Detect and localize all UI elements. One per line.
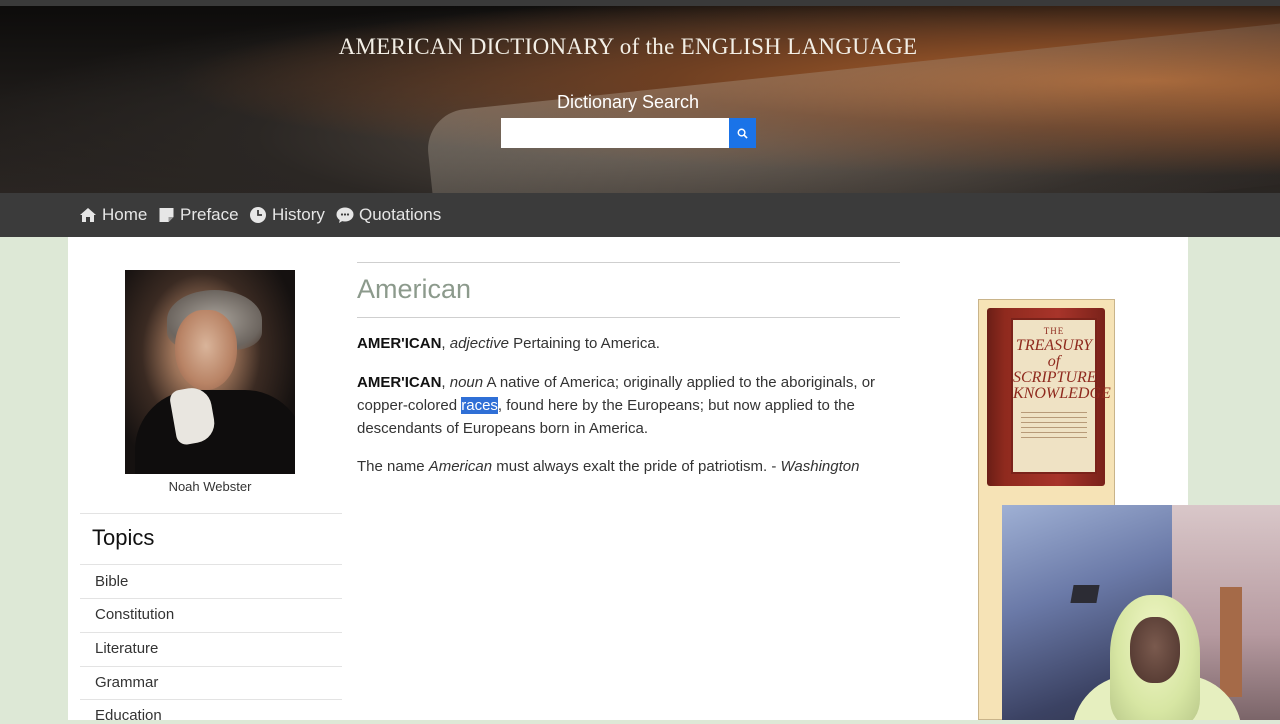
book-title: TREASURY of SCRIPTURE KNOWLEDGE — [1013, 337, 1111, 402]
part-of-speech: noun — [449, 374, 484, 391]
book-line: THE — [1043, 326, 1065, 336]
dictionary-search-input[interactable] — [501, 118, 729, 148]
topic-bible[interactable]: Bible — [95, 573, 128, 590]
nav-home[interactable]: Home — [79, 193, 147, 237]
nav-quotations-label: Quotations — [359, 205, 442, 224]
quote-author: Washington — [780, 458, 860, 475]
nav-preface[interactable]: Preface — [158, 193, 239, 237]
usage-quote: The name American must always exalt the … — [357, 455, 900, 478]
clock-icon — [250, 207, 266, 223]
topic-constitution[interactable]: Constitution — [95, 606, 174, 623]
home-icon — [80, 208, 96, 222]
headword: AMER'ICAN — [357, 335, 442, 352]
speech-bubble-icon — [336, 207, 354, 223]
site-title: AMERICAN DICTIONARY of the ENGLISH LANGU… — [338, 34, 918, 59]
search-label: Dictionary Search — [556, 92, 700, 112]
selected-text[interactable]: races — [461, 397, 498, 414]
quote-word: American — [428, 458, 493, 475]
divider — [357, 317, 900, 318]
divider — [80, 513, 342, 514]
entry-word-title: American — [357, 274, 472, 304]
search-icon — [737, 128, 748, 139]
definition-text: Pertaining to America. — [513, 335, 660, 352]
webcam-overlay — [1002, 505, 1280, 720]
search-button[interactable] — [729, 118, 756, 148]
topic-literature[interactable]: Literature — [95, 640, 158, 657]
nav-home-label: Home — [102, 205, 148, 224]
nav-history-label: History — [272, 205, 325, 224]
topic-grammar[interactable]: Grammar — [95, 674, 158, 691]
quote-text-continued: must always exalt the pride of patriotis… — [496, 458, 777, 475]
divider — [80, 598, 342, 599]
main-nav: Home Preface History Quotations — [0, 193, 1280, 237]
divider — [80, 632, 342, 633]
nav-preface-label: Preface — [180, 205, 239, 224]
topics-heading: Topics — [92, 525, 155, 550]
document-icon — [159, 208, 174, 222]
divider — [357, 262, 900, 263]
divider — [80, 699, 342, 700]
divider — [80, 564, 342, 565]
topic-education[interactable]: Education — [95, 707, 162, 724]
noah-webster-portrait — [125, 270, 295, 474]
definition-noun: AMER'ICAN, noun A native of America; ori… — [357, 374, 876, 437]
portrait-caption: Noah Webster — [168, 479, 252, 494]
divider — [80, 666, 342, 667]
quote-text: The name — [357, 458, 425, 475]
part-of-speech: adjective — [449, 335, 509, 352]
nav-history[interactable]: History — [249, 193, 325, 237]
nav-quotations[interactable]: Quotations — [336, 193, 441, 237]
site-header: AMERICAN DICTIONARY of the ENGLISH LANGU… — [0, 6, 1280, 193]
book-cover: THE TREASURY of SCRIPTURE KNOWLEDGE — [987, 308, 1111, 486]
definition-adjective: AMER'ICAN, adjective Pertaining to Ameri… — [357, 335, 660, 352]
headword: AMER'ICAN — [357, 374, 442, 391]
